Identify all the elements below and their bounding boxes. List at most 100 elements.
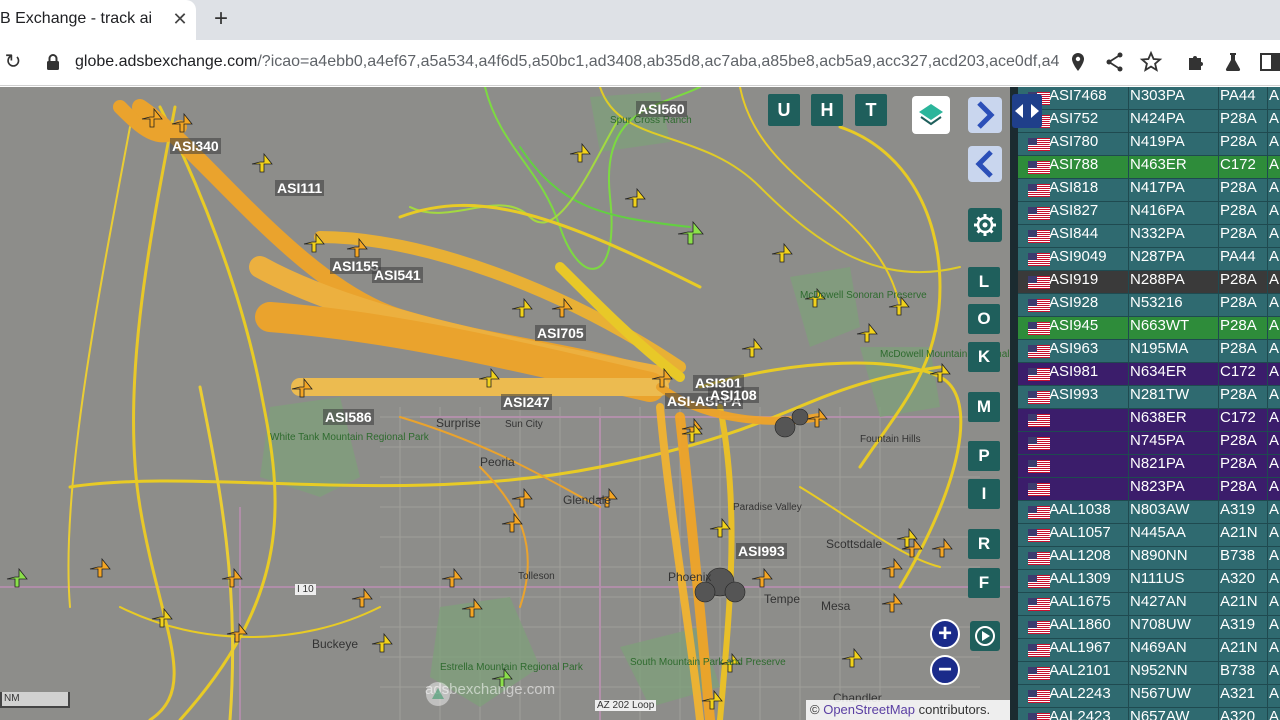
table-row[interactable]: AAL2243 N567UW A321 A xyxy=(1018,685,1280,708)
table-row[interactable]: ASI827 N416PA P28A A xyxy=(1018,202,1280,225)
table-row[interactable]: AAL1860 N708UW A319 A xyxy=(1018,616,1280,639)
zoom-in-button[interactable]: + xyxy=(930,619,960,649)
flight-map[interactable]: Surprise Sun City Peoria Glendale Phoeni… xyxy=(0,87,1010,720)
extra-cell: A xyxy=(1269,87,1280,104)
extra-cell: A xyxy=(1269,708,1280,720)
us-flag-icon xyxy=(1028,414,1050,427)
table-row[interactable]: AAL1038 N803AW A319 A xyxy=(1018,501,1280,524)
table-row[interactable]: ASI9049 N287PA PA44 A xyxy=(1018,248,1280,271)
table-row[interactable]: ASI7468 N303PA PA44 A xyxy=(1018,87,1280,110)
table-row[interactable]: ASI963 N195MA P28A A xyxy=(1018,340,1280,363)
toggle-i-button[interactable]: I xyxy=(968,479,1000,509)
toggle-f-button[interactable]: F xyxy=(968,568,1000,598)
extra-cell: A xyxy=(1269,225,1280,242)
location-pin-icon[interactable] xyxy=(1066,50,1090,74)
callsign-cell: AAL1967 xyxy=(1049,639,1111,656)
callsign-cell: ASI9049 xyxy=(1049,248,1107,265)
address-bar[interactable]: globe.adsbexchange.com/?icao=a4ebb0,a4ef… xyxy=(75,53,1060,71)
collapse-panel-button[interactable] xyxy=(968,146,1002,182)
aircraft-type-cell: P28A xyxy=(1220,317,1257,334)
browser-tab[interactable]: B Exchange - track ai ✕ xyxy=(0,0,196,40)
table-row[interactable]: ASI993 N281TW P28A A xyxy=(1018,386,1280,409)
aircraft-label[interactable]: ASI108 xyxy=(708,387,759,403)
table-row[interactable]: AAL2423 N657AW A320 A xyxy=(1018,708,1280,720)
table-row[interactable]: ASI919 N288PA P28A A xyxy=(1018,271,1280,294)
table-row[interactable]: AAL1675 N427AN A21N A xyxy=(1018,593,1280,616)
table-row[interactable]: N821PA P28A A xyxy=(1018,455,1280,478)
openstreetmap-link[interactable]: OpenStreetMap xyxy=(823,702,915,717)
table-row[interactable]: ASI928 N53216 P28A A xyxy=(1018,294,1280,317)
replay-button[interactable] xyxy=(970,621,1000,651)
registration-cell: N638ER xyxy=(1130,409,1187,426)
registration-cell: N288PA xyxy=(1130,271,1185,288)
table-row[interactable]: AAL1208 N890NN B738 A xyxy=(1018,547,1280,570)
column-divider xyxy=(1218,432,1219,454)
aircraft-type-cell: A320 xyxy=(1220,570,1256,587)
registration-cell: N821PA xyxy=(1130,455,1185,472)
resize-panel-button[interactable] xyxy=(1012,94,1042,128)
aircraft-table: ASI7468 N303PA PA44 A ASI752 N424PA P28A A ASI78… xyxy=(1010,87,1280,720)
city-label: Sun City xyxy=(505,419,543,430)
column-divider xyxy=(1218,87,1219,109)
table-row[interactable]: ASI981 N634ER C172 A xyxy=(1018,363,1280,386)
aircraft-label[interactable]: ASI340 xyxy=(170,138,221,154)
toggle-u-button[interactable]: U xyxy=(768,94,800,126)
zoom-out-button[interactable]: − xyxy=(930,655,960,685)
aircraft-label[interactable]: ASI560 xyxy=(636,101,687,117)
toggle-h-button[interactable]: H xyxy=(811,94,843,126)
toggle-o-button[interactable]: O xyxy=(968,304,1000,334)
panel-divider[interactable] xyxy=(1010,87,1018,720)
share-icon[interactable] xyxy=(1103,50,1127,74)
new-tab-button[interactable]: + xyxy=(208,6,234,32)
table-row[interactable]: AAL2101 N952NN B738 A xyxy=(1018,662,1280,685)
table-row[interactable]: N638ER C172 A xyxy=(1018,409,1280,432)
park-label: Estrella Mountain Regional Park xyxy=(440,662,583,673)
table-row[interactable]: ASI818 N417PA P28A A xyxy=(1018,179,1280,202)
expand-panel-button[interactable] xyxy=(968,97,1002,133)
aircraft-label[interactable]: ASI993 xyxy=(736,543,787,559)
aircraft-type-cell: P28A xyxy=(1220,271,1257,288)
table-row[interactable]: AAL1057 N445AA A21N A xyxy=(1018,524,1280,547)
extra-cell: A xyxy=(1269,340,1280,357)
table-row[interactable]: ASI844 N332PA P28A A xyxy=(1018,225,1280,248)
table-row[interactable]: ASI945 N663WT P28A A xyxy=(1018,317,1280,340)
column-divider xyxy=(1218,317,1219,339)
toggle-p-button[interactable]: P xyxy=(968,441,1000,471)
us-flag-icon xyxy=(1028,184,1050,197)
callsign-cell: ASI780 xyxy=(1049,133,1099,150)
settings-button[interactable] xyxy=(968,208,1002,242)
table-row[interactable]: ASI788 N463ER C172 A xyxy=(1018,156,1280,179)
table-row[interactable]: ASI780 N419PA P28A A xyxy=(1018,133,1280,156)
table-row[interactable]: AAL1967 N469AN A21N A xyxy=(1018,639,1280,662)
close-tab-icon[interactable]: ✕ xyxy=(170,8,190,30)
us-flag-icon xyxy=(1028,690,1050,703)
extra-cell: A xyxy=(1269,593,1280,610)
extensions-icon[interactable] xyxy=(1184,50,1208,74)
column-divider xyxy=(1218,708,1219,720)
aircraft-label[interactable]: ASI247 xyxy=(501,394,552,410)
reload-icon[interactable]: ↻ xyxy=(2,50,24,74)
layers-button[interactable] xyxy=(912,96,950,134)
gear-icon xyxy=(974,214,996,236)
lock-icon[interactable] xyxy=(46,53,60,71)
column-divider xyxy=(1218,455,1219,477)
toggle-l-button[interactable]: L xyxy=(968,267,1000,297)
aircraft-label[interactable]: ASI111 xyxy=(275,180,325,196)
aircraft-label[interactable]: ASI541 xyxy=(372,267,423,283)
aircraft-label[interactable]: ASI586 xyxy=(323,409,374,425)
aircraft-label[interactable]: ASI705 xyxy=(535,325,586,341)
toggle-k-button[interactable]: K xyxy=(968,342,1000,372)
bookmark-star-icon[interactable] xyxy=(1139,50,1163,74)
side-panel-icon[interactable] xyxy=(1258,50,1280,74)
toggle-r-button[interactable]: R xyxy=(968,529,1000,559)
registration-cell: N303PA xyxy=(1130,87,1185,104)
toggle-t-button[interactable]: T xyxy=(855,94,887,126)
table-row[interactable]: AAL1309 N111US A320 A xyxy=(1018,570,1280,593)
toggle-m-button[interactable]: M xyxy=(968,392,1000,422)
table-row[interactable]: N823PA P28A A xyxy=(1018,478,1280,501)
resize-arrows-icon xyxy=(1015,104,1039,118)
table-row[interactable]: N745PA P28A A xyxy=(1018,432,1280,455)
table-row[interactable]: ASI752 N424PA P28A A xyxy=(1018,110,1280,133)
column-divider xyxy=(1218,271,1219,293)
labs-flask-icon[interactable] xyxy=(1221,50,1245,74)
